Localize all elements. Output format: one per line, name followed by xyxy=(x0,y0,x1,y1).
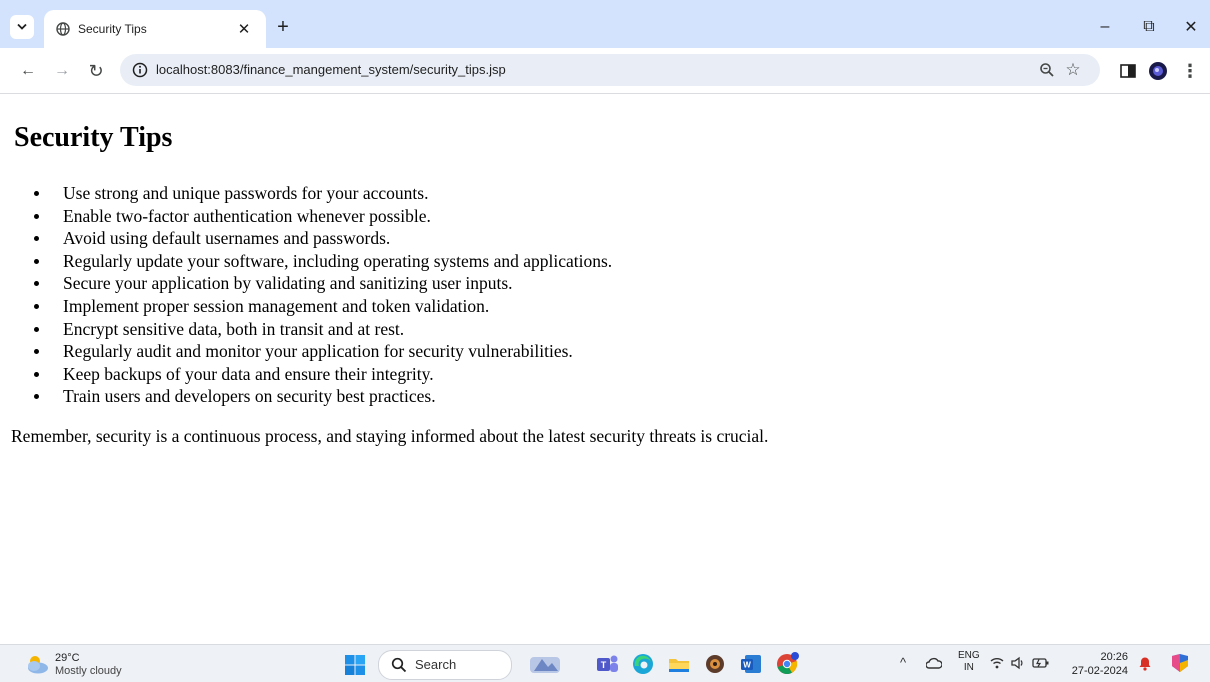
magnifier-icon xyxy=(1040,63,1054,77)
taskbar-search[interactable]: Search xyxy=(378,650,512,680)
list-item: Encrypt sensitive data, both in transit … xyxy=(23,318,612,341)
onedrive-cloud-icon[interactable] xyxy=(926,656,942,670)
clock-date: 27-02-2024 xyxy=(1071,665,1128,677)
minimize-button[interactable]: – xyxy=(1090,14,1120,40)
region-code: IN xyxy=(963,662,974,673)
list-item: Keep backups of your data and ensure the… xyxy=(23,363,612,386)
reload-button[interactable]: ↻ xyxy=(84,59,108,83)
weather-description[interactable]: Mostly cloudy xyxy=(55,665,122,677)
page-title: Security Tips xyxy=(14,122,173,153)
window-close-button[interactable]: ✕ xyxy=(1176,14,1206,40)
search-placeholder: Search xyxy=(415,657,457,672)
battery-icon[interactable] xyxy=(1032,656,1050,670)
list-item: Use strong and unique passwords for your… xyxy=(23,182,612,205)
taskbar: 29°C Mostly cloudy Search T W ^ ENG IN 2… xyxy=(0,644,1210,682)
edge-icon[interactable] xyxy=(630,651,656,677)
panel-icon xyxy=(1120,64,1136,78)
chrome-icon[interactable] xyxy=(774,651,800,677)
address-bar[interactable]: localhost:8083/finance_mangement_system/… xyxy=(120,54,1100,86)
copilot-icon[interactable] xyxy=(1168,652,1192,674)
tab-title: Security Tips xyxy=(78,22,147,36)
list-item: Avoid using default usernames and passwo… xyxy=(23,227,612,250)
zoom-icon[interactable] xyxy=(1036,59,1058,81)
weather-cloud-icon[interactable] xyxy=(24,652,50,676)
chevron-down-icon xyxy=(17,23,27,30)
more-menu-icon[interactable]: ⋮ xyxy=(1178,59,1202,83)
wifi-icon[interactable] xyxy=(990,657,1004,669)
restore-button[interactable]: ⧉ xyxy=(1134,14,1164,40)
info-icon[interactable] xyxy=(132,62,148,78)
tab-search-button[interactable] xyxy=(10,15,34,39)
language-code: ENG xyxy=(958,650,980,661)
closing-paragraph: Remember, security is a continuous proce… xyxy=(11,426,769,446)
tab-strip: Security Tips ✕ + – ⧉ ✕ xyxy=(0,0,1210,48)
list-item: Enable two-factor authentication wheneve… xyxy=(23,205,612,228)
globe-icon xyxy=(56,22,70,36)
list-item: Implement proper session management and … xyxy=(23,295,612,318)
word-icon[interactable]: W xyxy=(738,651,764,677)
system-clock[interactable]: 20:26 27-02-2024 xyxy=(1064,650,1128,678)
search-icon xyxy=(391,657,407,673)
teams-icon[interactable]: T xyxy=(594,651,620,677)
language-indicator[interactable]: ENG IN xyxy=(958,650,980,674)
file-explorer-icon[interactable] xyxy=(666,651,692,677)
clock-time: 20:26 xyxy=(1100,651,1128,663)
avatar-icon xyxy=(1149,62,1167,80)
page-content: Security Tips Use strong and unique pass… xyxy=(0,94,1210,644)
svg-text:W: W xyxy=(743,661,751,670)
volume-icon[interactable] xyxy=(1010,656,1026,670)
list-item: Train users and developers on security b… xyxy=(23,385,612,408)
side-panel-icon[interactable] xyxy=(1116,59,1140,83)
weather-temperature[interactable]: 29°C xyxy=(55,652,80,664)
tab-close-icon[interactable]: ✕ xyxy=(234,19,254,39)
tips-list: Use strong and unique passwords for your… xyxy=(23,182,612,408)
active-tab[interactable]: Security Tips ✕ xyxy=(44,10,266,48)
chevron-up-icon[interactable]: ^ xyxy=(900,655,906,670)
notification-bell-icon[interactable] xyxy=(1138,656,1152,671)
list-item: Regularly audit and monitor your applica… xyxy=(23,340,612,363)
list-item: Secure your application by validating an… xyxy=(23,272,612,295)
app-icon[interactable] xyxy=(702,651,728,677)
list-item: Regularly update your software, includin… xyxy=(23,250,612,273)
profile-avatar[interactable] xyxy=(1146,59,1170,83)
bookmark-star-icon[interactable]: ☆ xyxy=(1062,59,1084,81)
browser-toolbar: ← → ↻ localhost:8083/finance_mangement_s… xyxy=(0,48,1210,94)
widget-news-icon[interactable] xyxy=(528,651,562,677)
new-tab-button[interactable]: + xyxy=(272,16,294,38)
windows-start-icon[interactable] xyxy=(344,654,366,676)
back-button[interactable]: ← xyxy=(16,59,40,83)
svg-text:T: T xyxy=(601,660,607,670)
url-text[interactable]: localhost:8083/finance_mangement_system/… xyxy=(156,62,506,77)
forward-button[interactable]: → xyxy=(50,59,74,83)
